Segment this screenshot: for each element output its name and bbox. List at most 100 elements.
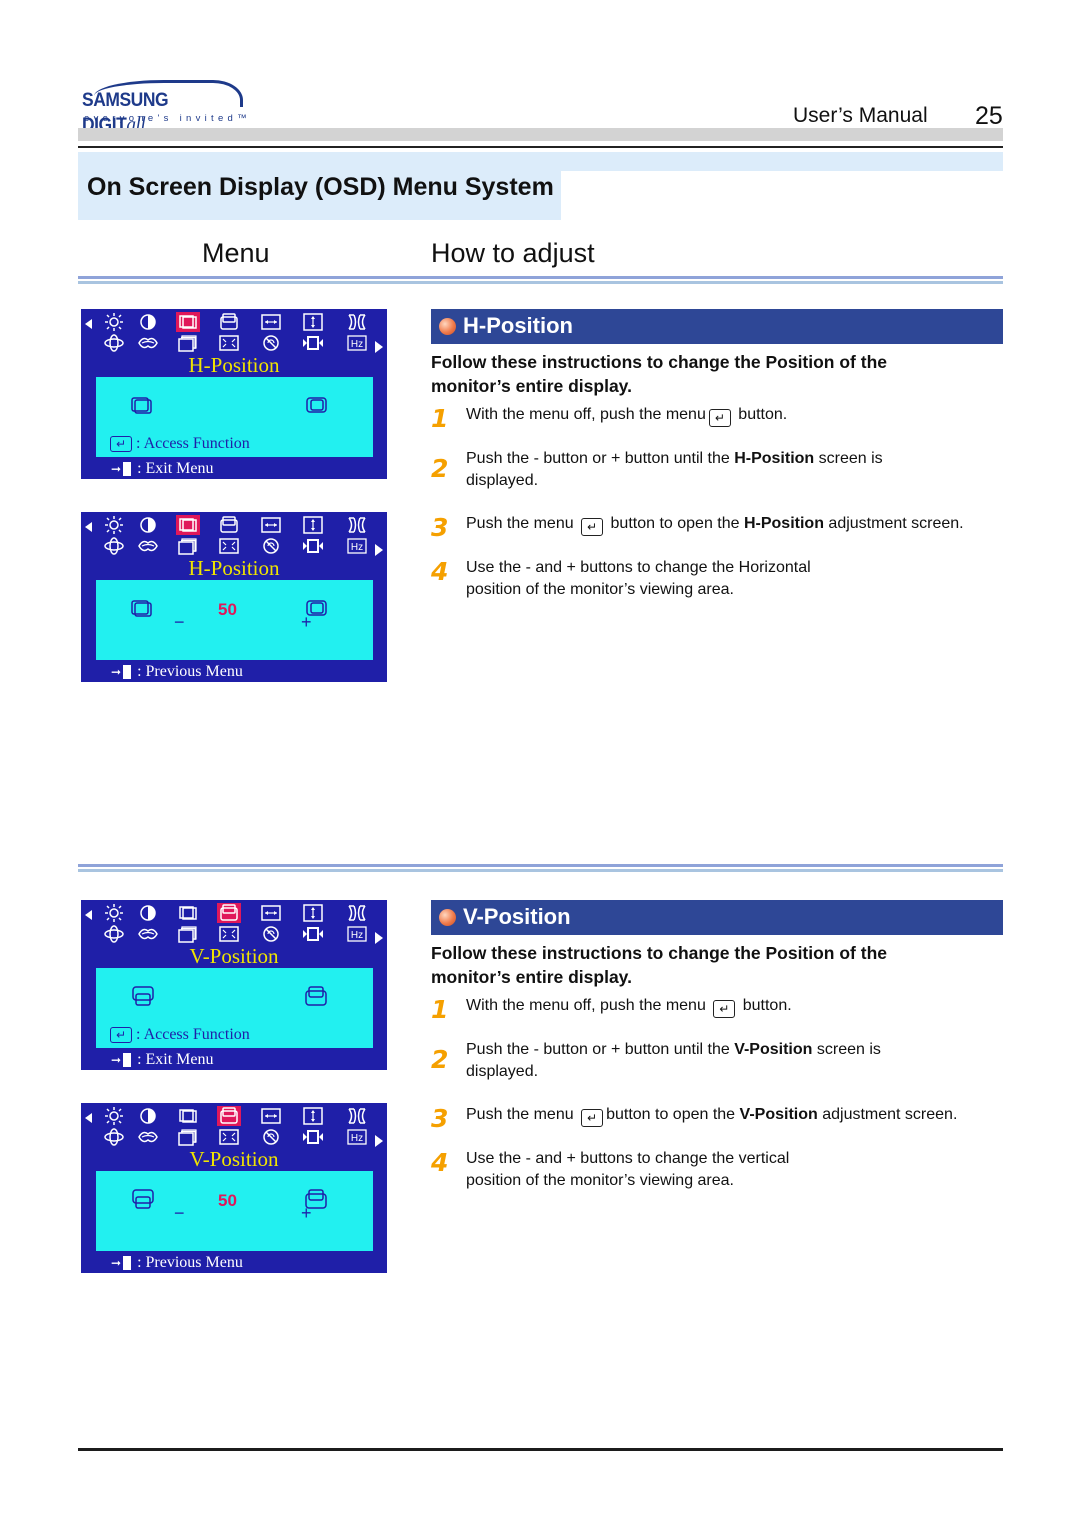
svg-text:Hz: Hz bbox=[351, 339, 363, 350]
exit-arrow-icon: ➞ bbox=[111, 1053, 122, 1067]
zoom-icon bbox=[217, 333, 241, 353]
exit-arrow-icon: ➞ bbox=[111, 665, 122, 679]
step-number: 3 bbox=[431, 1104, 449, 1133]
enter-key-icon: ↵ bbox=[110, 436, 132, 452]
v-size-icon bbox=[301, 312, 325, 332]
h-size-icon bbox=[259, 1106, 283, 1126]
v-position-icon bbox=[217, 312, 241, 332]
degauss-icon bbox=[259, 1127, 283, 1147]
step-number: 4 bbox=[431, 1148, 449, 1177]
osd-icon-row bbox=[81, 312, 387, 334]
minus-sign: − bbox=[174, 612, 185, 632]
v-position-title: V-Position bbox=[463, 904, 571, 929]
divider bbox=[78, 869, 1003, 872]
osd-icon-row: Hz bbox=[81, 924, 387, 946]
exit-hint: ➞: Previous Menu bbox=[111, 1254, 243, 1271]
osd-icon-row: Hz bbox=[81, 333, 387, 355]
step-text: With the menu off, push the menu ↵ butto… bbox=[466, 997, 792, 1018]
brightness-icon bbox=[102, 312, 126, 332]
osd-next-arrow-icon bbox=[375, 341, 383, 353]
plus-sign: + bbox=[301, 612, 312, 632]
step-text: Use the - and + buttons to change the Ho… bbox=[466, 559, 811, 598]
hz-icon: Hz bbox=[345, 1127, 369, 1147]
osd-v-position-adjust: Hz V-Position 50 − + ➞: Previous Menu bbox=[81, 1103, 387, 1273]
header-grey-bar bbox=[78, 128, 1003, 141]
h-position-left-icon bbox=[131, 397, 152, 414]
recall-icon bbox=[176, 536, 200, 556]
v-position-down-icon bbox=[132, 1189, 154, 1209]
column-heading-menu: Menu bbox=[202, 238, 270, 268]
minus-sign: − bbox=[174, 1203, 185, 1223]
osd-next-arrow-icon bbox=[375, 932, 383, 944]
divider bbox=[78, 864, 1003, 867]
trapezoid-icon bbox=[301, 333, 325, 353]
osd-icon-row bbox=[81, 515, 387, 537]
svg-text:Hz: Hz bbox=[351, 542, 363, 553]
door-icon bbox=[123, 1256, 132, 1270]
door-icon bbox=[123, 1053, 132, 1067]
contrast-icon bbox=[136, 312, 160, 332]
zoom-icon bbox=[217, 536, 241, 556]
zoom-icon bbox=[217, 1127, 241, 1147]
h-position-title: H-Position bbox=[463, 313, 573, 338]
v-position-intro: Follow these instructions to change the … bbox=[431, 943, 887, 987]
svg-text:Hz: Hz bbox=[351, 1133, 363, 1144]
header-rule bbox=[78, 146, 1003, 148]
osd-panel: 50 − + bbox=[96, 580, 373, 660]
h-position-icon bbox=[176, 1106, 200, 1126]
h-position-right-icon bbox=[306, 397, 327, 413]
position-value: 50 bbox=[218, 1191, 237, 1210]
v-position-icon bbox=[217, 903, 241, 923]
rotation-icon bbox=[102, 333, 126, 353]
exit-arrow-icon: ➞ bbox=[111, 1256, 122, 1270]
h-position-header: H-Position bbox=[431, 309, 1003, 344]
footer-rule bbox=[78, 1448, 1003, 1451]
osd-panel: ↵: Access Function bbox=[96, 377, 373, 457]
recall-icon bbox=[176, 924, 200, 944]
svg-text:Hz: Hz bbox=[351, 930, 363, 941]
recall-icon bbox=[176, 1127, 200, 1147]
osd-icon-row bbox=[81, 1106, 387, 1128]
step-number: 1 bbox=[431, 995, 449, 1024]
osd-v-position-menu: Hz V-Position ↵: Access Function ➞: Exit Me… bbox=[81, 900, 387, 1070]
osd-icon-row: Hz bbox=[81, 1127, 387, 1149]
step-text: Use the - and + buttons to change the ve… bbox=[466, 1150, 790, 1189]
bullet-ball-icon bbox=[439, 909, 456, 926]
door-icon bbox=[123, 665, 132, 679]
pincushion-icon bbox=[345, 1106, 369, 1126]
moire-icon bbox=[136, 333, 160, 353]
contrast-icon bbox=[136, 515, 160, 535]
zoom-icon bbox=[217, 924, 241, 944]
trapezoid-icon bbox=[301, 1127, 325, 1147]
pincushion-icon bbox=[345, 312, 369, 332]
degauss-icon bbox=[259, 333, 283, 353]
osd-panel: 50 − + bbox=[96, 1171, 373, 1251]
osd-panel: ↵: Access Function bbox=[96, 968, 373, 1048]
step-text: Push the menu ↵ button to open the V-Posi… bbox=[466, 1106, 958, 1127]
exit-hint: ➞: Exit Menu bbox=[111, 1051, 214, 1068]
trapezoid-icon bbox=[301, 536, 325, 556]
h-position-left-icon bbox=[131, 600, 152, 617]
exit-hint: ➞: Previous Menu bbox=[111, 663, 243, 680]
osd-title: H-Position bbox=[188, 353, 280, 377]
step-number: 1 bbox=[431, 404, 449, 433]
osd-icon-row: Hz bbox=[81, 536, 387, 558]
v-size-icon bbox=[301, 1106, 325, 1126]
step-text: Push the - button or + button until the … bbox=[466, 450, 883, 489]
enter-key-icon: ↵ bbox=[708, 409, 731, 427]
step-text: Push the - button or + button until the … bbox=[466, 1041, 881, 1080]
brightness-icon bbox=[102, 1106, 126, 1126]
moire-icon bbox=[136, 924, 160, 944]
position-value: 50 bbox=[218, 600, 237, 619]
enter-key-icon: ↵ bbox=[110, 1027, 132, 1043]
v-position-header: V-Position bbox=[431, 900, 1003, 935]
h-position-icon bbox=[176, 903, 200, 923]
manual-label: User’s Manual bbox=[793, 104, 928, 127]
enter-key-icon: ↵ bbox=[581, 1109, 604, 1127]
rotation-icon bbox=[102, 1127, 126, 1147]
osd-title: H-Position bbox=[188, 556, 280, 580]
access-function-hint: ↵: Access Function bbox=[110, 1026, 250, 1044]
contrast-icon bbox=[136, 1106, 160, 1126]
plus-sign: + bbox=[301, 1203, 312, 1223]
osd-h-position-menu: Hz H-Position ↵: Access Function ➞: Exit Me… bbox=[81, 309, 387, 479]
